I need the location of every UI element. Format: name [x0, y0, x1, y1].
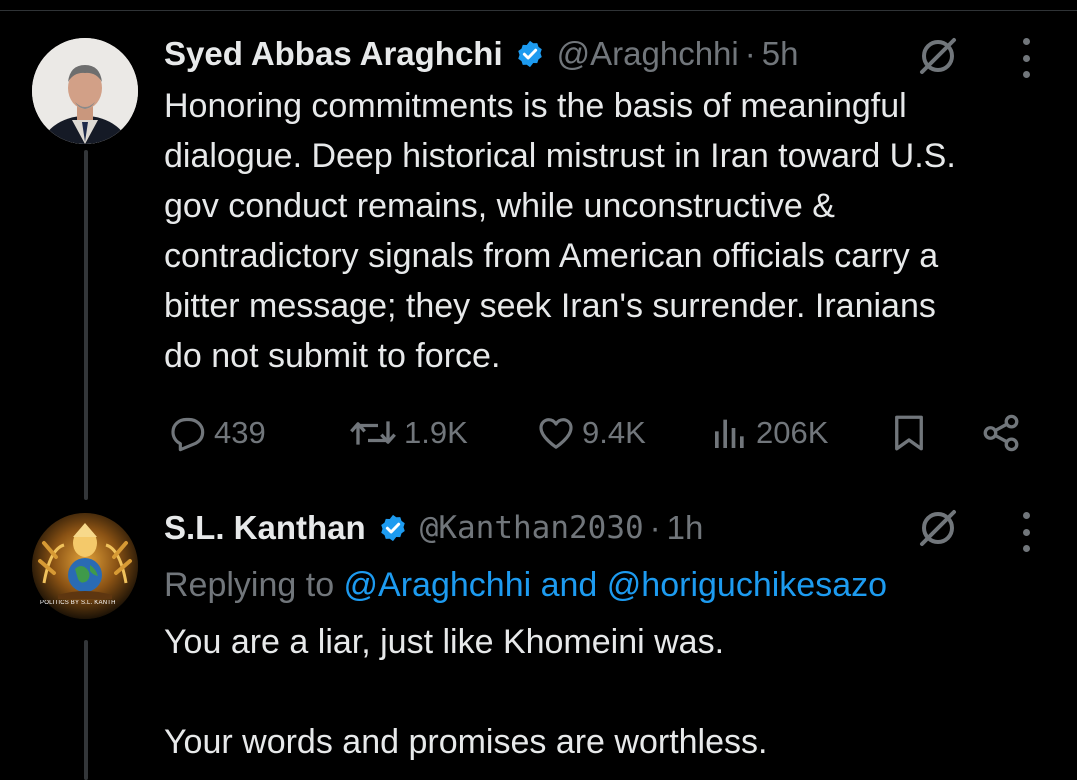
tweet-text-line: do not submit to force. — [164, 337, 501, 375]
verified-badge-icon[interactable] — [515, 39, 545, 69]
tweet-header: Syed Abbas Araghchi @Araghchhi · 5h — [164, 32, 798, 76]
reply-mention-link[interactable]: @Araghchhi — [344, 566, 532, 604]
tweet-text-blank-line — [164, 667, 1064, 717]
tweet-actions: 439 1.9K 9.4K 206K — [164, 405, 1044, 461]
thread-line — [84, 640, 88, 780]
reply-mention-link[interactable]: @horiguchikesazo — [607, 566, 887, 604]
like-button[interactable]: 9.4K — [536, 405, 646, 461]
repost-count: 1.9K — [404, 415, 468, 450]
separator-dot: · — [649, 509, 661, 546]
bookmark-button[interactable] — [888, 405, 930, 461]
grok-icon[interactable] — [916, 34, 960, 78]
tweet-text-line: You are a liar, just like Khomeini was. — [164, 623, 725, 661]
tweet-text-line: dialogue. Deep historical mistrust in Ir… — [164, 137, 956, 175]
replying-to: Replying to @Araghchhi and @horiguchikes… — [164, 560, 887, 610]
reply-mention-connector: and — [531, 566, 607, 604]
separator-dot: · — [744, 35, 756, 72]
reply-count: 439 — [214, 415, 266, 450]
tweet-text-line: Your words and promises are worthless. — [164, 723, 768, 761]
avatar[interactable] — [32, 38, 138, 144]
views-icon — [715, 419, 744, 448]
replying-to-label: Replying to — [164, 566, 344, 604]
bookmark-icon — [895, 415, 923, 451]
tweet-text-line: contradictory signals from American offi… — [164, 237, 939, 275]
verified-badge-icon[interactable] — [378, 513, 408, 543]
tweet-text: Honoring commitments is the basis of mea… — [164, 81, 1064, 381]
repost-button[interactable]: 1.9K — [348, 405, 468, 461]
like-count: 9.4K — [582, 415, 646, 450]
share-icon — [983, 414, 1019, 452]
author-handle[interactable]: @Kanthan2030 — [420, 510, 644, 546]
tweet-text-line: bitter message; they seek Iran's surrend… — [164, 287, 936, 325]
reply-button[interactable]: 439 — [168, 405, 266, 461]
share-button[interactable] — [980, 405, 1022, 461]
views-count: 206K — [756, 415, 829, 450]
timestamp[interactable]: 1h — [667, 509, 704, 547]
more-options-icon[interactable] — [1020, 512, 1032, 552]
thread-line — [84, 150, 88, 500]
more-options-icon[interactable] — [1020, 38, 1032, 78]
tweet-header: S.L. Kanthan @Kanthan2030 · 1h — [164, 506, 703, 550]
views-button[interactable]: 206K — [710, 405, 828, 461]
avatar-caption: POLITICS BY S.L. KANTH — [40, 600, 116, 606]
repost-icon — [350, 421, 396, 445]
grok-icon[interactable] — [916, 506, 960, 550]
like-icon — [539, 418, 573, 449]
tweet-text-line: gov conduct remains, while unconstructiv… — [164, 187, 835, 225]
avatar-portrait — [32, 38, 138, 144]
author-name[interactable]: Syed Abbas Araghchi — [164, 35, 503, 73]
reply-icon — [171, 417, 205, 452]
tweet-text: You are a liar, just like Khomeini was. … — [164, 617, 1064, 767]
author-name[interactable]: S.L. Kanthan — [164, 509, 366, 547]
tweet-text-line: Honoring commitments is the basis of mea… — [164, 87, 907, 125]
author-handle[interactable]: @Araghchhi — [557, 35, 739, 73]
timestamp[interactable]: 5h — [762, 35, 799, 73]
top-divider — [0, 10, 1077, 11]
